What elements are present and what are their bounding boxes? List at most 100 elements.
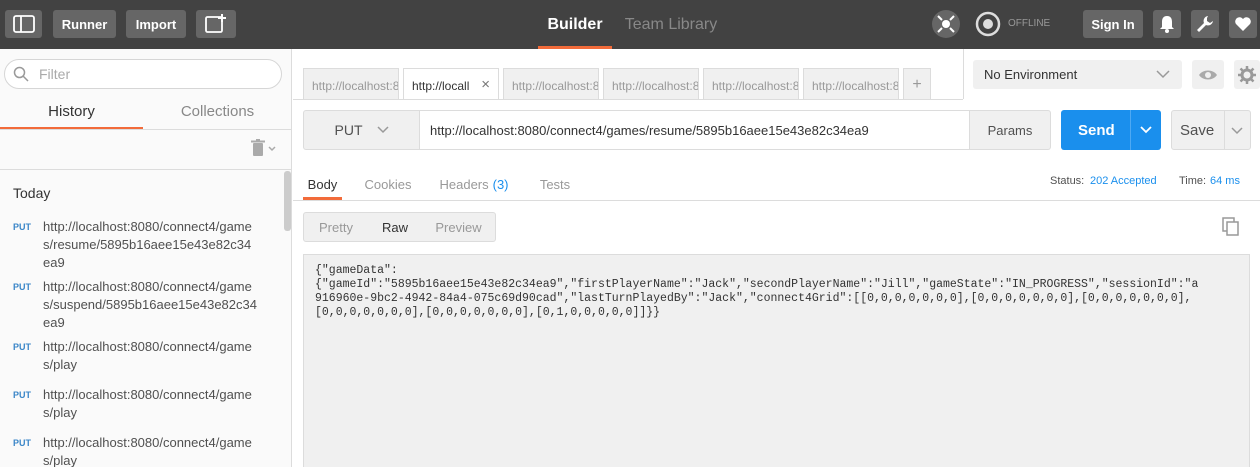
gear-icon	[1238, 65, 1256, 84]
favorite-button[interactable]	[1229, 10, 1257, 38]
time-value: 64 ms	[1210, 175, 1240, 187]
tab-headers[interactable]: Headers (3)	[436, 168, 512, 200]
environment-label: No Environment	[984, 67, 1078, 82]
history-section-today: Today	[13, 185, 51, 201]
builder-label: Builder	[547, 15, 603, 33]
toggle-sidebar-button[interactable]	[5, 10, 42, 38]
interceptor-icon	[937, 15, 955, 33]
filter-placeholder: Filter	[39, 66, 71, 82]
request-tab[interactable]: http://localhost:8	[603, 68, 699, 99]
divider	[1224, 111, 1225, 149]
method-badge: PUT	[13, 282, 31, 292]
history-item[interactable]: PUT http://localhost:8080/connect4/games…	[0, 386, 285, 426]
divider	[1130, 110, 1131, 150]
body-line: [0,0,0,0,0,0,0],[0,0,0,0,0,0,0],[0,1,0,0…	[315, 306, 661, 319]
manage-environments-button[interactable]	[1234, 60, 1260, 89]
request-tab-label: http://locall	[412, 79, 470, 93]
interceptor-button[interactable]	[932, 10, 960, 38]
chevron-down-icon[interactable]	[1231, 127, 1243, 135]
sync-status[interactable]	[975, 11, 1001, 37]
quick-look-button[interactable]	[1192, 60, 1224, 89]
headers-label: Headers	[439, 176, 489, 192]
runner-button[interactable]: Runner	[53, 10, 116, 38]
filter-input[interactable]: Filter	[4, 59, 282, 89]
new-tab-button[interactable]	[196, 10, 236, 38]
request-tab[interactable]: http://localhost:8	[303, 68, 399, 99]
request-tab[interactable]: http://localhost:8	[703, 68, 799, 99]
settings-button[interactable]	[1191, 10, 1219, 38]
send-label: Send	[1078, 122, 1115, 139]
headers-count: (3)	[492, 176, 509, 192]
method-badge: PUT	[13, 438, 31, 448]
request-tab[interactable]: http://localhost:8	[803, 68, 899, 99]
copy-button[interactable]	[1222, 217, 1240, 240]
tab-team-library[interactable]: Team Library	[620, 0, 722, 49]
environment-select[interactable]: No Environment	[973, 60, 1182, 89]
sync-icon	[975, 11, 1001, 37]
method-badge: PUT	[13, 222, 31, 232]
divider	[963, 49, 964, 99]
import-button[interactable]: Import	[126, 10, 186, 38]
history-item[interactable]: PUT http://localhost:8080/connect4/games…	[0, 278, 285, 332]
tab-history[interactable]: History	[0, 94, 143, 130]
history-item[interactable]: PUT http://localhost:8080/connect4/games…	[0, 218, 285, 272]
tab-builder[interactable]: Builder	[538, 0, 612, 49]
request-tab[interactable]: http://localhost:8	[503, 68, 599, 99]
params-button[interactable]: Params	[969, 110, 1051, 150]
tab-cookies[interactable]: Cookies	[362, 168, 414, 200]
chevron-down-icon	[1156, 70, 1170, 79]
request-tab-active[interactable]: http://locall ×	[403, 68, 499, 100]
active-tab-indicator	[538, 46, 612, 49]
method-select[interactable]: PUT	[303, 110, 420, 150]
save-button[interactable]: Save	[1171, 110, 1251, 150]
chevron-down-icon[interactable]	[1140, 126, 1152, 134]
body-line: 916960e-9bc2-4942-84a4-075c69d90cad","la…	[315, 292, 1192, 305]
pretty-button[interactable]: Pretty	[304, 213, 368, 241]
history-url: http://localhost:8080/connect4/games/sus…	[43, 279, 257, 330]
wrench-icon	[1197, 16, 1213, 32]
new-window-icon	[205, 14, 226, 33]
copy-icon	[1222, 217, 1239, 236]
eye-icon	[1199, 70, 1217, 79]
history-url: http://localhost:8080/connect4/games/pla…	[43, 435, 252, 467]
delete-history-button[interactable]	[250, 139, 278, 160]
tab-tests[interactable]: Tests	[535, 168, 575, 200]
chevron-down-icon	[376, 126, 389, 134]
sign-in-button[interactable]: Sign In	[1083, 10, 1143, 38]
status-value: 202 Accepted	[1090, 175, 1157, 187]
tab-strip-divider	[293, 99, 963, 100]
body-label: Body	[307, 176, 338, 192]
notifications-button[interactable]	[1153, 10, 1181, 38]
sidebar-icon	[12, 15, 35, 33]
method-badge: PUT	[13, 342, 31, 352]
url-input[interactable]: http://localhost:8080/connect4/games/res…	[419, 110, 970, 150]
close-tab-icon[interactable]: ×	[481, 76, 490, 93]
sidebar-scrollbar[interactable]	[284, 171, 291, 231]
preview-button[interactable]: Preview	[422, 213, 495, 241]
history-item[interactable]: PUT http://localhost:8080/connect4/games…	[0, 434, 285, 467]
bell-icon	[1160, 16, 1174, 33]
heart-icon	[1235, 17, 1251, 31]
tab-collections[interactable]: Collections	[143, 94, 291, 128]
method-label: PUT	[334, 122, 363, 138]
history-label: History	[48, 102, 95, 120]
status-label: Status:	[1050, 175, 1085, 187]
tab-body[interactable]: Body	[303, 168, 342, 200]
response-body[interactable]: {"gameData": {"gameId":"5895b16aee15e43e…	[303, 254, 1250, 467]
offline-label: OFFLINE	[1008, 18, 1051, 29]
raw-button[interactable]: Raw	[368, 213, 422, 241]
history-item[interactable]: PUT http://localhost:8080/connect4/games…	[0, 338, 285, 378]
view-mode-group: Pretty Raw Preview	[303, 212, 496, 242]
body-line: {"gameData":	[315, 264, 398, 277]
add-tab-button[interactable]: +	[903, 68, 931, 99]
sidebar: Filter History Collections Today PUT htt…	[0, 49, 292, 467]
send-button[interactable]: Send	[1061, 110, 1161, 150]
history-url: http://localhost:8080/connect4/games/pla…	[43, 339, 252, 372]
search-icon	[13, 66, 29, 82]
trash-icon	[251, 139, 276, 156]
top-bar: Runner Import Builder Team Library OFFLI…	[0, 0, 1260, 49]
save-label: Save	[1180, 122, 1215, 139]
divider	[0, 169, 291, 170]
divider	[293, 200, 1260, 201]
time-label: Time:	[1179, 175, 1207, 187]
